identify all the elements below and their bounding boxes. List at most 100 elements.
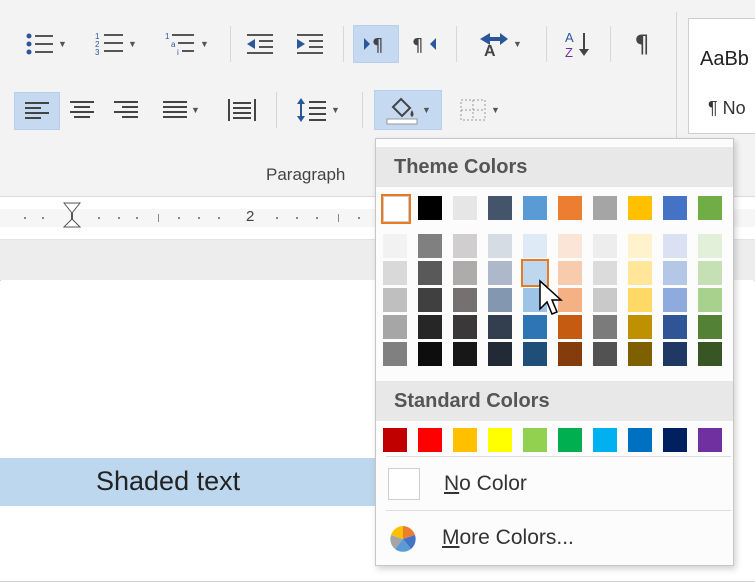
align-left-button[interactable] — [14, 92, 60, 130]
theme-shade-swatch[interactable] — [663, 315, 687, 339]
theme-shade-swatch[interactable] — [698, 234, 722, 258]
theme-color-swatch[interactable] — [488, 196, 512, 220]
theme-shade-swatch[interactable] — [698, 342, 722, 366]
shaded-text[interactable]: Shaded text — [96, 466, 240, 497]
theme-shade-swatch[interactable] — [383, 234, 407, 258]
theme-color-swatch[interactable] — [453, 196, 477, 220]
theme-shade-swatch[interactable] — [418, 315, 442, 339]
theme-shade-swatch[interactable] — [628, 234, 652, 258]
indent-marker-icon[interactable] — [62, 201, 82, 231]
increase-indent-button[interactable] — [290, 26, 330, 62]
chevron-down-icon[interactable]: ▼ — [191, 105, 200, 115]
chevron-down-icon[interactable]: ▼ — [58, 39, 67, 49]
chevron-down-icon[interactable]: ▼ — [513, 39, 522, 49]
theme-shade-swatch[interactable] — [663, 288, 687, 312]
rtl-direction-button[interactable]: ¶ — [402, 26, 446, 62]
asian-layout-button[interactable]: A ▼ — [466, 26, 532, 62]
ltr-direction-button[interactable]: ¶ — [353, 25, 399, 63]
more-colors-item[interactable]: More Colors... — [442, 526, 574, 550]
theme-shade-swatch[interactable] — [453, 288, 477, 312]
chevron-down-icon[interactable]: ▼ — [200, 39, 209, 49]
shading-button[interactable]: ▼ — [374, 90, 442, 130]
chevron-down-icon[interactable]: ▼ — [331, 105, 340, 115]
align-right-button[interactable] — [106, 92, 146, 128]
theme-shade-swatch[interactable] — [488, 342, 512, 366]
sort-icon: A Z — [565, 30, 589, 59]
theme-shade-swatch[interactable] — [488, 288, 512, 312]
theme-shade-swatch[interactable] — [418, 234, 442, 258]
theme-shade-swatch[interactable] — [523, 234, 547, 258]
theme-shade-swatch[interactable] — [418, 288, 442, 312]
theme-shade-swatch[interactable] — [558, 342, 582, 366]
theme-shade-swatch[interactable] — [453, 261, 477, 285]
line-spacing-button[interactable]: ▼ — [286, 92, 350, 128]
theme-shade-swatch[interactable] — [663, 261, 687, 285]
theme-shade-swatch[interactable] — [628, 315, 652, 339]
ruler-tick — [198, 217, 200, 219]
theme-shade-swatch[interactable] — [593, 315, 617, 339]
chevron-down-icon[interactable]: ▼ — [491, 105, 500, 115]
show-formatting-marks-button[interactable]: ¶ — [620, 26, 664, 62]
chevron-down-icon[interactable]: ▼ — [128, 39, 137, 49]
theme-shade-swatch[interactable] — [523, 342, 547, 366]
no-color-swatch[interactable] — [388, 468, 420, 500]
bullets-button[interactable]: ▼ — [16, 26, 76, 62]
theme-shade-swatch[interactable] — [488, 315, 512, 339]
theme-shade-swatch[interactable] — [698, 261, 722, 285]
theme-color-swatch[interactable] — [628, 196, 652, 220]
decrease-indent-button[interactable] — [240, 26, 280, 62]
theme-shade-swatch[interactable] — [558, 234, 582, 258]
theme-shade-swatch[interactable] — [593, 234, 617, 258]
theme-shade-swatch[interactable] — [453, 234, 477, 258]
theme-shade-swatch[interactable] — [663, 234, 687, 258]
style-sample-no-spacing[interactable]: ¶ No — [708, 98, 746, 119]
theme-shade-swatch[interactable] — [663, 342, 687, 366]
standard-color-swatch[interactable] — [628, 428, 652, 452]
standard-color-swatch[interactable] — [383, 428, 407, 452]
theme-color-swatch[interactable] — [663, 196, 687, 220]
distributed-button[interactable] — [220, 92, 264, 128]
standard-color-swatch[interactable] — [698, 428, 722, 452]
numbering-button[interactable]: 1 2 3 ▼ — [86, 26, 146, 62]
sort-button[interactable]: A Z — [556, 26, 600, 62]
theme-shade-swatch[interactable] — [383, 342, 407, 366]
theme-color-swatch[interactable] — [523, 196, 547, 220]
style-sample-normal[interactable]: AaBb — [700, 48, 749, 71]
theme-shade-swatch[interactable] — [418, 261, 442, 285]
theme-shade-swatch[interactable] — [488, 234, 512, 258]
borders-button[interactable]: ▼ — [446, 92, 512, 128]
multilevel-list-button[interactable]: 1 a i ▼ — [156, 26, 218, 62]
theme-shade-swatch[interactable] — [698, 288, 722, 312]
theme-shade-swatch[interactable] — [488, 261, 512, 285]
theme-color-swatch[interactable] — [418, 196, 442, 220]
theme-shade-swatch[interactable] — [418, 342, 442, 366]
standard-color-swatch[interactable] — [453, 428, 477, 452]
theme-shade-swatch[interactable] — [593, 261, 617, 285]
justify-button[interactable]: ▼ — [150, 92, 212, 128]
theme-shade-swatch[interactable] — [383, 288, 407, 312]
standard-color-swatch[interactable] — [663, 428, 687, 452]
theme-shade-swatch[interactable] — [593, 288, 617, 312]
theme-shade-swatch[interactable] — [383, 315, 407, 339]
no-color-item[interactable]: No Color — [444, 472, 527, 496]
theme-shade-swatch[interactable] — [453, 342, 477, 366]
theme-shade-swatch[interactable] — [383, 261, 407, 285]
theme-color-swatch[interactable] — [558, 196, 582, 220]
theme-shade-swatch[interactable] — [453, 315, 477, 339]
theme-shade-swatch[interactable] — [593, 342, 617, 366]
standard-color-swatch[interactable] — [523, 428, 547, 452]
ruler-tick — [296, 217, 298, 219]
standard-color-swatch[interactable] — [488, 428, 512, 452]
chevron-down-icon[interactable]: ▼ — [422, 105, 431, 115]
theme-color-swatch[interactable] — [698, 196, 722, 220]
theme-shade-swatch[interactable] — [628, 261, 652, 285]
theme-shade-swatch[interactable] — [628, 288, 652, 312]
standard-color-swatch[interactable] — [418, 428, 442, 452]
standard-color-swatch[interactable] — [558, 428, 582, 452]
theme-color-swatch[interactable] — [381, 194, 411, 224]
standard-color-swatch[interactable] — [593, 428, 617, 452]
theme-shade-swatch[interactable] — [628, 342, 652, 366]
theme-color-swatch[interactable] — [593, 196, 617, 220]
align-center-button[interactable] — [62, 92, 102, 128]
theme-shade-swatch[interactable] — [698, 315, 722, 339]
